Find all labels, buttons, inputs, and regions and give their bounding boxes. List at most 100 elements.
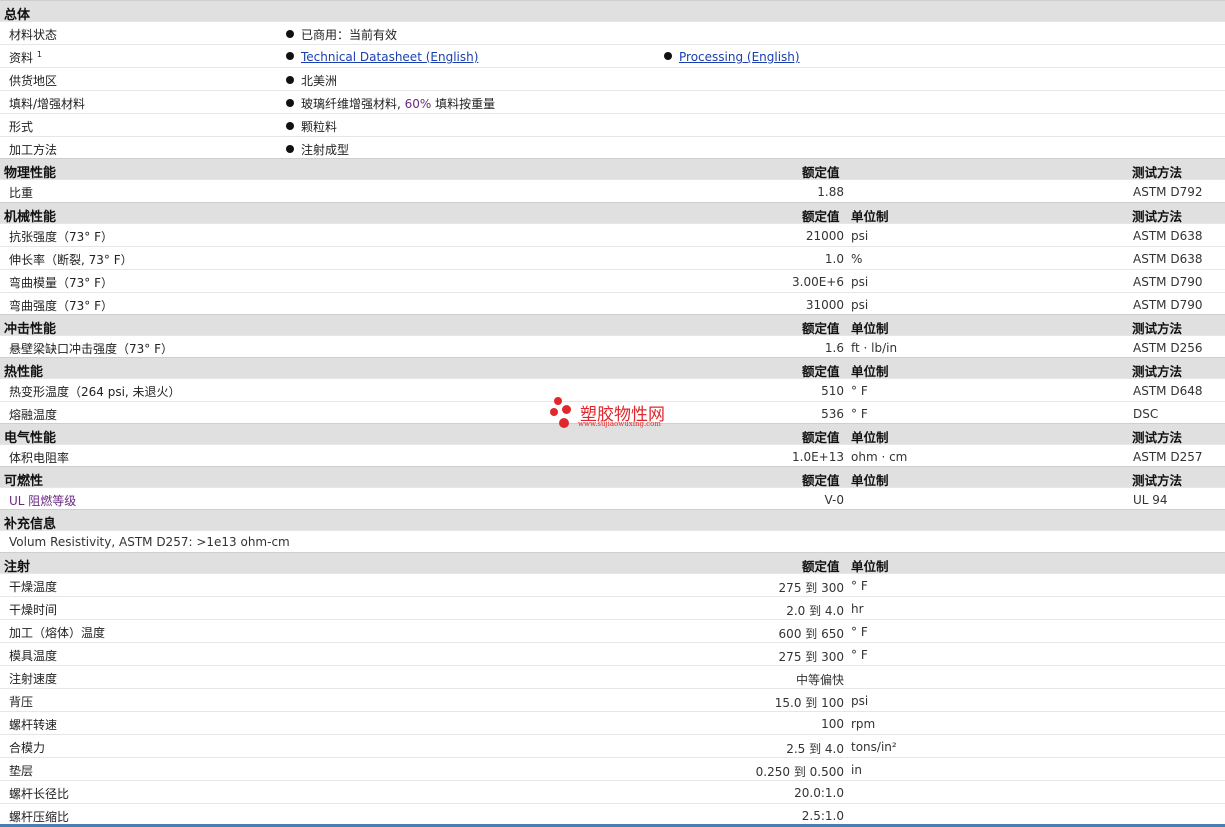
- flammability-row: UL 阻燃等级 V-0 UL 94: [0, 487, 1225, 510]
- row-method: ASTM D648: [1133, 384, 1203, 398]
- row-unit: ohm · cm: [851, 450, 908, 464]
- row-method: ASTM D256: [1133, 341, 1203, 355]
- row-method: ASTM D257: [1133, 450, 1203, 464]
- row-label: 背压: [9, 695, 34, 709]
- row-method: ASTM D792: [1133, 185, 1203, 199]
- row-unit: ° F: [851, 579, 868, 593]
- row-label: 形式: [9, 120, 34, 134]
- bullet-icon: [286, 145, 294, 153]
- row-unit: psi: [851, 275, 869, 289]
- mechanical-row: 抗张强度（73° F） 21000 psi ASTM D638: [0, 223, 1225, 246]
- row-label: 加工（熔体）温度: [9, 626, 106, 640]
- row-value: 3.00E+6: [792, 275, 844, 289]
- row-value: 已商用：当前有效: [286, 26, 397, 43]
- row-value: 注射成型: [286, 141, 349, 158]
- injection-row: 合模力 2.5 到 4.0 tons/in²: [0, 734, 1225, 757]
- row-unit: ° F: [851, 648, 868, 662]
- row-unit: hr: [851, 602, 864, 616]
- row-value: 1.0: [824, 252, 844, 266]
- row-label: 悬壁梁缺口冲击强度（73° F）: [9, 342, 173, 356]
- row-unit: ° F: [851, 407, 868, 421]
- row-unit: %: [851, 252, 863, 266]
- section-mechanical-header: 机械性能 额定值 单位制 测试方法: [0, 202, 1225, 225]
- row-value: 15.0 到 100: [774, 696, 844, 710]
- row-value: 玻璃纤维增强材料, 60% 填料按重量: [286, 95, 495, 112]
- row-label: 热变形温度（264 psi, 未退火）: [9, 385, 181, 399]
- row-label: 螺杆压缩比: [9, 810, 70, 824]
- row-label: 填料/增强材料: [9, 97, 86, 111]
- row-label: UL 阻燃等级: [9, 494, 77, 508]
- section-general-header: 总体: [0, 0, 1225, 23]
- injection-row: 模具温度 275 到 300 ° F: [0, 642, 1225, 665]
- row-label: 垫层: [9, 764, 34, 778]
- injection-row: 加工（熔体）温度 600 到 650 ° F: [0, 619, 1225, 642]
- mechanical-row: 弯曲模量（73° F） 3.00E+6 psi ASTM D790: [0, 269, 1225, 292]
- row-value: V-0: [824, 493, 844, 507]
- row-label: 资料 1: [9, 50, 42, 65]
- processing-link-item: Processing (English): [664, 50, 800, 64]
- general-row-process: 加工方法 注射成型: [0, 136, 1225, 159]
- watermark-logo: 塑胶物性网 www.sujiaowuxing.com: [548, 396, 688, 432]
- general-row-form: 形式 颗粒料: [0, 113, 1225, 136]
- row-value: 20.0:1.0: [794, 786, 844, 800]
- supplement-note: Volum Resistivity, ASTM D257: >1e13 ohm-…: [9, 535, 290, 549]
- row-label: 弯曲强度（73° F）: [9, 299, 113, 313]
- watermark-url: www.sujiaowuxing.com: [578, 420, 661, 428]
- row-value: 275 到 300: [778, 650, 844, 664]
- row-value: 600 到 650: [778, 627, 844, 641]
- section-flammability-header: 可燃性 额定值 单位制 测试方法: [0, 466, 1225, 489]
- injection-row: 螺杆转速 100 rpm: [0, 711, 1225, 734]
- technical-datasheet-link[interactable]: Technical Datasheet (English): [301, 50, 478, 64]
- injection-row: 螺杆长径比 20.0:1.0: [0, 780, 1225, 803]
- row-unit: ft · lb/in: [851, 341, 898, 355]
- general-row-filler: 填料/增强材料 玻璃纤维增强材料, 60% 填料按重量: [0, 90, 1225, 113]
- processing-link[interactable]: Processing (English): [679, 50, 800, 64]
- impact-row: 悬壁梁缺口冲击强度（73° F） 1.6 ft · lb/in ASTM D25…: [0, 335, 1225, 358]
- row-value: 北美洲: [286, 72, 337, 89]
- bullet-icon: [286, 52, 294, 60]
- bullet-icon: [286, 76, 294, 84]
- section-injection-header: 注射 额定值 单位制: [0, 552, 1225, 575]
- injection-row: 螺杆压缩比 2.5:1.0: [0, 803, 1225, 826]
- row-method: ASTM D638: [1133, 252, 1203, 266]
- physical-row: 比重 1.88 ASTM D792: [0, 179, 1225, 202]
- electrical-row: 体积电阻率 1.0E+13 ohm · cm ASTM D257: [0, 444, 1225, 467]
- row-value: 颗粒料: [286, 118, 337, 135]
- injection-row: 注射速度 中等偏快: [0, 665, 1225, 688]
- row-label: 供货地区: [9, 74, 58, 88]
- row-value: 21000: [805, 229, 844, 243]
- general-row-status: 材料状态 已商用：当前有效: [0, 21, 1225, 44]
- section-thermal-header: 热性能 额定值 单位制 测试方法: [0, 357, 1225, 380]
- row-method: DSC: [1133, 407, 1159, 421]
- bullet-icon: [664, 52, 672, 60]
- row-label: 干燥时间: [9, 603, 58, 617]
- general-row-docs: 资料 1 Technical Datasheet (English) Proce…: [0, 44, 1225, 67]
- row-value: 2.5 到 4.0: [786, 742, 844, 756]
- mechanical-row: 弯曲强度（73° F） 31000 psi ASTM D790: [0, 292, 1225, 315]
- row-value: 1.6: [824, 341, 844, 355]
- row-label: 弯曲模量（73° F）: [9, 276, 113, 290]
- row-unit: tons/in²: [851, 740, 897, 754]
- injection-row: 垫层 0.250 到 0.500 in: [0, 757, 1225, 780]
- row-method: ASTM D790: [1133, 275, 1203, 289]
- row-label: 体积电阻率: [9, 451, 70, 465]
- row-unit: ° F: [851, 384, 868, 398]
- row-label: 伸长率（断裂, 73° F）: [9, 253, 133, 267]
- row-label: 材料状态: [9, 28, 58, 42]
- row-value: 2.5:1.0: [801, 809, 844, 823]
- section-supplement-header: 补充信息: [0, 509, 1225, 532]
- bullet-icon: [286, 99, 294, 107]
- logo-dot-icon: [554, 397, 562, 405]
- row-unit: in: [851, 763, 862, 777]
- row-value: 0.250 到 0.500: [755, 765, 844, 779]
- row-label: 注射速度: [9, 672, 58, 686]
- section-physical-header: 物理性能 额定值 测试方法: [0, 158, 1225, 181]
- logo-dot-icon: [559, 418, 569, 428]
- row-label: 合模力: [9, 741, 46, 755]
- row-value: 536: [821, 407, 844, 421]
- logo-dot-icon: [562, 405, 571, 414]
- row-unit: psi: [851, 694, 869, 708]
- row-value: 275 到 300: [778, 581, 844, 595]
- row-value: 1.0E+13: [792, 450, 844, 464]
- injection-row: 干燥温度 275 到 300 ° F: [0, 573, 1225, 596]
